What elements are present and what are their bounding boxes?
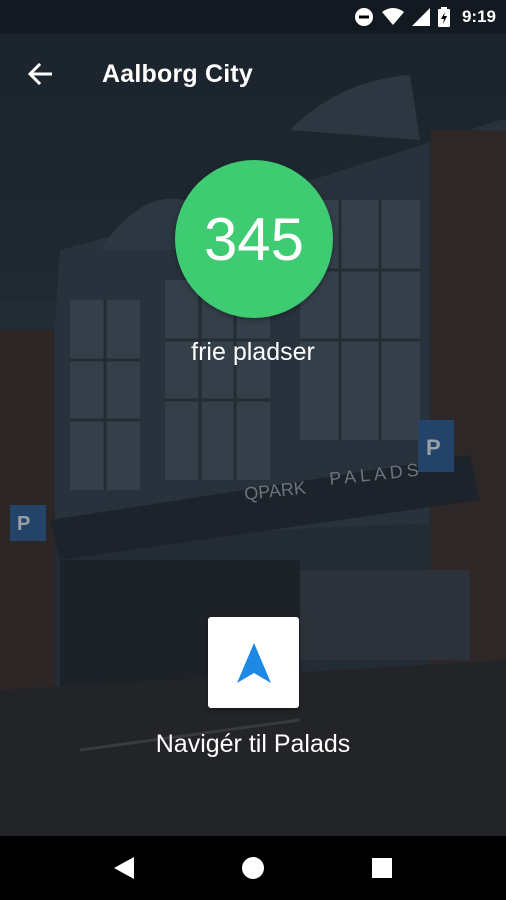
back-button[interactable] (16, 50, 64, 98)
navigation-arrow-icon (236, 642, 271, 683)
wifi-icon (381, 8, 404, 25)
navigate-label[interactable]: Navigér til Palads (0, 730, 506, 759)
page-title: Aalborg City (102, 59, 254, 88)
free-spaces-count: 345 (203, 205, 305, 273)
system-back-button[interactable] (94, 843, 154, 893)
signal-icon (411, 8, 430, 26)
arrow-back-icon (27, 63, 52, 85)
navigate-button[interactable] (208, 617, 299, 708)
background-photo: QPARK PALADS P P (0, 0, 506, 836)
background-dim-overlay (0, 0, 506, 836)
system-navigation-bar (0, 836, 506, 900)
home-circle-icon (241, 857, 264, 879)
back-triangle-icon (114, 857, 135, 879)
system-recents-button[interactable] (352, 843, 412, 893)
status-time: 9:19 (461, 7, 496, 26)
battery-charging-icon (437, 7, 450, 27)
status-bar: 9:19 (0, 0, 506, 34)
recents-square-icon (371, 858, 392, 878)
do-not-disturb-icon (354, 8, 373, 26)
free-spaces-label: frie pladser (191, 338, 315, 366)
free-spaces-badge: 345 (175, 160, 333, 318)
system-home-button[interactable] (223, 843, 283, 893)
app-bar: Aalborg City (0, 34, 506, 114)
